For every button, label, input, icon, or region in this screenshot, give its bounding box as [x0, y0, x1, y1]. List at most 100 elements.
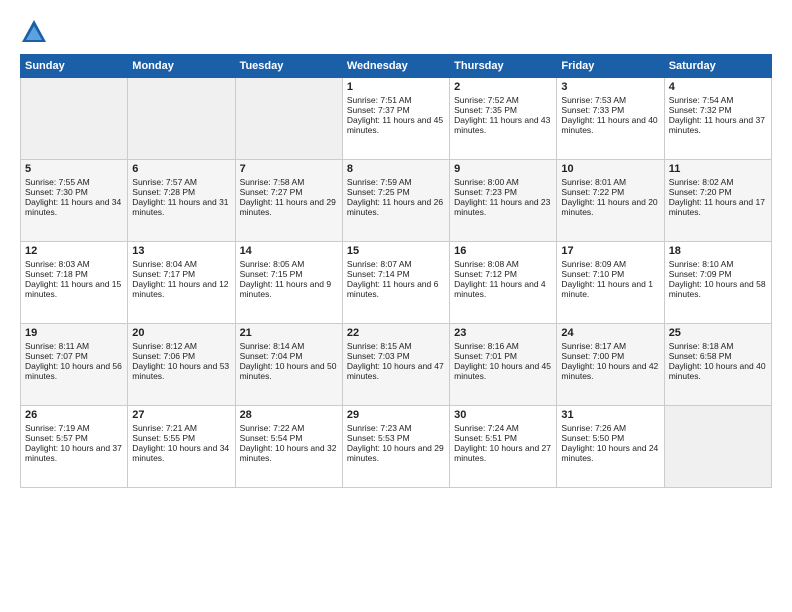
- sunrise-text: Sunrise: 7:54 AM: [669, 95, 767, 105]
- day-number: 23: [454, 327, 552, 339]
- day-number: 31: [561, 409, 659, 421]
- calendar-cell: [128, 78, 235, 160]
- calendar-week-1: 1Sunrise: 7:51 AMSunset: 7:37 PMDaylight…: [21, 78, 772, 160]
- daylight-text: Daylight: 11 hours and 15 minutes.: [25, 279, 123, 299]
- daylight-text: Daylight: 10 hours and 53 minutes.: [132, 361, 230, 381]
- sunrise-text: Sunrise: 8:01 AM: [561, 177, 659, 187]
- calendar-table: SundayMondayTuesdayWednesdayThursdayFrid…: [20, 54, 772, 488]
- sunset-text: Sunset: 7:03 PM: [347, 351, 445, 361]
- sunset-text: Sunset: 7:17 PM: [132, 269, 230, 279]
- day-number: 26: [25, 409, 123, 421]
- daylight-text: Daylight: 11 hours and 23 minutes.: [454, 197, 552, 217]
- sunset-text: Sunset: 7:33 PM: [561, 105, 659, 115]
- sunset-text: Sunset: 7:35 PM: [454, 105, 552, 115]
- page: SundayMondayTuesdayWednesdayThursdayFrid…: [0, 0, 792, 612]
- sunrise-text: Sunrise: 7:19 AM: [25, 423, 123, 433]
- calendar-cell: 31 Sunrise: 7:26 AMSunset: 5:50 PMDayligh…: [557, 406, 664, 488]
- daylight-text: Daylight: 10 hours and 34 minutes.: [132, 443, 230, 463]
- day-number: 19: [25, 327, 123, 339]
- calendar-cell: 20Sunrise: 8:12 AMSunset: 7:06 PMDayligh…: [128, 324, 235, 406]
- sunrise-text: Sunrise: 8:14 AM: [240, 341, 338, 351]
- sunset-text: Sunset: 7:25 PM: [347, 187, 445, 197]
- day-number: 14: [240, 245, 338, 257]
- sunset-text: Sunset: 7:15 PM: [240, 269, 338, 279]
- calendar-cell: 5Sunrise: 7:55 AMSunset: 7:30 PMDaylight…: [21, 160, 128, 242]
- day-number: 8: [347, 163, 445, 175]
- calendar-cell: 22Sunrise: 8:15 AMSunset: 7:03 PMDayligh…: [342, 324, 449, 406]
- calendar-cell: 19Sunrise: 8:11 AMSunset: 7:07 PMDayligh…: [21, 324, 128, 406]
- daylight-text: Daylight: 10 hours and 47 minutes.: [347, 361, 445, 381]
- day-number: 12: [25, 245, 123, 257]
- calendar-cell: 18Sunrise: 8:10 AMSunset: 7:09 PMDayligh…: [664, 242, 771, 324]
- day-number: 25: [669, 327, 767, 339]
- calendar-week-3: 12Sunrise: 8:03 AMSunset: 7:18 PMDayligh…: [21, 242, 772, 324]
- weekday-header-wednesday: Wednesday: [342, 55, 449, 78]
- sunset-text: Sunset: 7:01 PM: [454, 351, 552, 361]
- day-number: 7: [240, 163, 338, 175]
- sunrise-text: Sunrise: 7:21 AM: [132, 423, 230, 433]
- day-number: 2: [454, 81, 552, 93]
- sunset-text: Sunset: 7:23 PM: [454, 187, 552, 197]
- sunset-text: Sunset: 5:57 PM: [25, 433, 123, 443]
- daylight-text: Daylight: 11 hours and 37 minutes.: [669, 115, 767, 135]
- sunrise-text: Sunrise: 7:22 AM: [240, 423, 338, 433]
- sunrise-text: Sunrise: 8:00 AM: [454, 177, 552, 187]
- calendar-cell: 15Sunrise: 8:07 AMSunset: 7:14 PMDayligh…: [342, 242, 449, 324]
- calendar-cell: 14 Sunrise: 8:05 AMSunset: 7:15 PMDayligh…: [235, 242, 342, 324]
- sunset-text: Sunset: 7:37 PM: [347, 105, 445, 115]
- logo-icon: [20, 18, 48, 46]
- daylight-text: Daylight: 10 hours and 24 minutes.: [561, 443, 659, 463]
- sunrise-text: Sunrise: 7:53 AM: [561, 95, 659, 105]
- calendar-cell: 29Sunrise: 7:23 AMSunset: 5:53 PMDayligh…: [342, 406, 449, 488]
- sunrise-text: Sunrise: 8:03 AM: [25, 259, 123, 269]
- calendar-cell: 30Sunrise: 7:24 AMSunset: 5:51 PMDayligh…: [450, 406, 557, 488]
- day-number: 9: [454, 163, 552, 175]
- sunrise-text: Sunrise: 7:26 AM: [561, 423, 659, 433]
- sunset-text: Sunset: 7:06 PM: [132, 351, 230, 361]
- daylight-text: Daylight: 11 hours and 29 minutes.: [240, 197, 338, 217]
- sunset-text: Sunset: 5:51 PM: [454, 433, 552, 443]
- sunset-text: Sunset: 7:22 PM: [561, 187, 659, 197]
- weekday-header-tuesday: Tuesday: [235, 55, 342, 78]
- calendar-cell: 4Sunrise: 7:54 AMSunset: 7:32 PMDaylight…: [664, 78, 771, 160]
- sunrise-text: Sunrise: 8:02 AM: [669, 177, 767, 187]
- daylight-text: Daylight: 10 hours and 37 minutes.: [25, 443, 123, 463]
- calendar-cell: 2Sunrise: 7:52 AMSunset: 7:35 PMDaylight…: [450, 78, 557, 160]
- sunset-text: Sunset: 5:55 PM: [132, 433, 230, 443]
- sunset-text: Sunset: 5:54 PM: [240, 433, 338, 443]
- day-number: 3: [561, 81, 659, 93]
- daylight-text: Daylight: 11 hours and 20 minutes.: [561, 197, 659, 217]
- calendar-cell: 6Sunrise: 7:57 AMSunset: 7:28 PMDaylight…: [128, 160, 235, 242]
- calendar-week-5: 26Sunrise: 7:19 AMSunset: 5:57 PMDayligh…: [21, 406, 772, 488]
- calendar-cell: 17Sunrise: 8:09 AMSunset: 7:10 PMDayligh…: [557, 242, 664, 324]
- sunrise-text: Sunrise: 8:09 AM: [561, 259, 659, 269]
- calendar-cell: 25Sunrise: 8:18 AMSunset: 6:58 PMDayligh…: [664, 324, 771, 406]
- sunset-text: Sunset: 5:50 PM: [561, 433, 659, 443]
- sunrise-text: Sunrise: 8:15 AM: [347, 341, 445, 351]
- sunrise-text: Sunrise: 8:07 AM: [347, 259, 445, 269]
- sunset-text: Sunset: 7:09 PM: [669, 269, 767, 279]
- sunrise-text: Sunrise: 8:12 AM: [132, 341, 230, 351]
- calendar-cell: 16Sunrise: 8:08 AMSunset: 7:12 PMDayligh…: [450, 242, 557, 324]
- sunrise-text: Sunrise: 8:10 AM: [669, 259, 767, 269]
- sunset-text: Sunset: 7:27 PM: [240, 187, 338, 197]
- sunset-text: Sunset: 7:28 PM: [132, 187, 230, 197]
- calendar-cell: 28Sunrise: 7:22 AMSunset: 5:54 PMDayligh…: [235, 406, 342, 488]
- sunset-text: Sunset: 7:18 PM: [25, 269, 123, 279]
- calendar-cell: 9 Sunrise: 8:00 AMSunset: 7:23 PMDaylight…: [450, 160, 557, 242]
- daylight-text: Daylight: 11 hours and 9 minutes.: [240, 279, 338, 299]
- calendar-week-4: 19Sunrise: 8:11 AMSunset: 7:07 PMDayligh…: [21, 324, 772, 406]
- day-number: 10: [561, 163, 659, 175]
- daylight-text: Daylight: 10 hours and 42 minutes.: [561, 361, 659, 381]
- day-number: 4: [669, 81, 767, 93]
- day-number: 27: [132, 409, 230, 421]
- sunrise-text: Sunrise: 7:55 AM: [25, 177, 123, 187]
- day-number: 17: [561, 245, 659, 257]
- logo: [20, 18, 52, 46]
- day-number: 28: [240, 409, 338, 421]
- sunset-text: Sunset: 7:04 PM: [240, 351, 338, 361]
- sunrise-text: Sunrise: 8:05 AM: [240, 259, 338, 269]
- sunrise-text: Sunrise: 8:16 AM: [454, 341, 552, 351]
- calendar-cell: 11Sunrise: 8:02 AMSunset: 7:20 PMDayligh…: [664, 160, 771, 242]
- sunset-text: Sunset: 6:58 PM: [669, 351, 767, 361]
